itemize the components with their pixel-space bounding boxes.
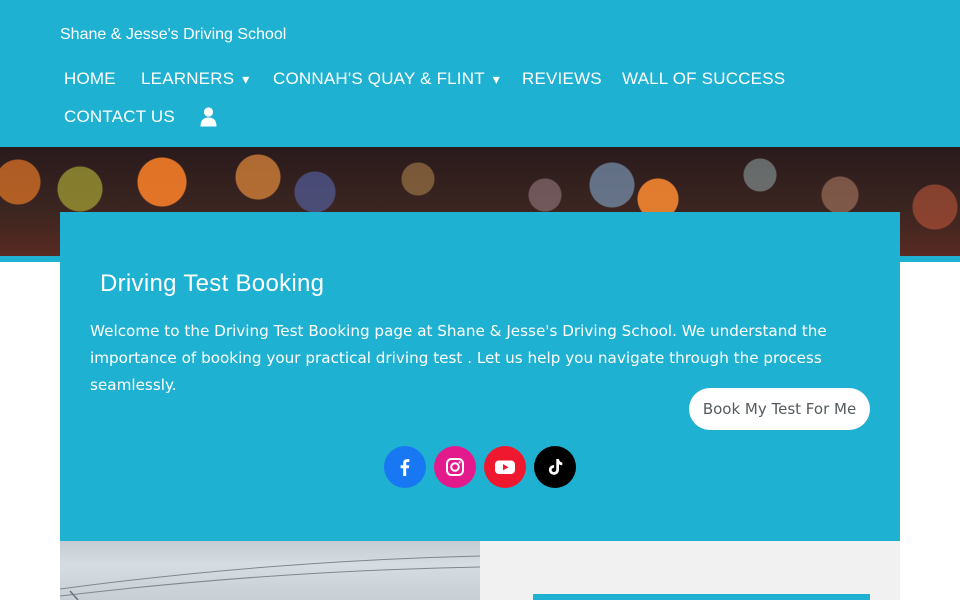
site-title[interactable]: Shane & Jesse's Driving School	[60, 26, 286, 44]
lower-content-section	[480, 541, 900, 600]
nav-learners-label: LEARNERS	[141, 69, 235, 88]
facebook-icon	[400, 459, 410, 476]
chevron-down-icon: ▾	[492, 71, 501, 87]
nav-connahs-quay-flint[interactable]: CONNAH'S QUAY & FLINT ▾	[273, 69, 500, 89]
youtube-icon	[495, 460, 515, 474]
youtube-link[interactable]	[484, 446, 526, 488]
tiktok-link[interactable]	[534, 446, 576, 488]
user-icon[interactable]	[200, 107, 217, 127]
nav-reviews-label: REVIEWS	[522, 69, 602, 88]
facebook-link[interactable]	[384, 446, 426, 488]
intro-text: Welcome to the Driving Test Booking page…	[90, 322, 827, 394]
page-title: Driving Test Booking	[100, 270, 325, 297]
booking-panel: Driving Test Booking Welcome to the Driv…	[60, 212, 900, 541]
nav-reviews[interactable]: REVIEWS	[522, 69, 602, 89]
nav-contact-us[interactable]: CONTACT US	[64, 107, 175, 127]
site-header: Shane & Jesse's Driving School HOME LEAR…	[0, 0, 960, 147]
nav-wall-of-success-label: WALL OF SUCCESS	[622, 69, 786, 88]
lower-photo	[59, 541, 481, 601]
instagram-link[interactable]	[434, 446, 476, 488]
nav-wall-of-success[interactable]: WALL OF SUCCESS	[622, 69, 785, 89]
nav-home-label: HOME	[64, 69, 116, 88]
lower-accent-bar	[533, 594, 870, 600]
nav-contact-us-label: CONTACT US	[64, 107, 175, 126]
nav-home[interactable]: HOME	[64, 69, 116, 89]
nav-connahs-quay-flint-label: CONNAH'S QUAY & FLINT	[273, 69, 485, 88]
power-lines-image	[59, 555, 481, 601]
book-test-button[interactable]: Book My Test For Me	[689, 388, 870, 430]
nav-learners[interactable]: LEARNERS ▾	[141, 69, 249, 89]
instagram-icon	[446, 458, 464, 476]
tiktok-icon	[548, 459, 563, 475]
chevron-down-icon: ▾	[242, 71, 250, 87]
